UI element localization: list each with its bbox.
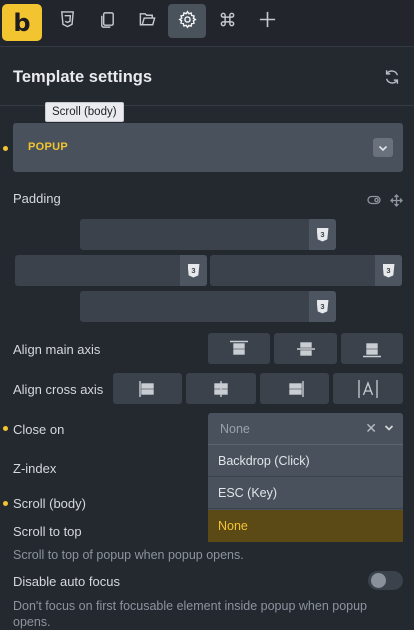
- close-on-select[interactable]: None ✕: [208, 413, 403, 444]
- align-cross-label: Align cross axis: [13, 382, 104, 397]
- align-cross-center[interactable]: [186, 373, 256, 404]
- changed-indicator: [3, 501, 8, 506]
- padding-top-input[interactable]: 3: [80, 219, 336, 250]
- option-esc-key[interactable]: ESC (Key): [208, 477, 403, 509]
- close-on-placeholder: None: [220, 422, 250, 436]
- auto-focus-toggle[interactable]: [368, 571, 403, 590]
- zindex-label: Z-index: [13, 461, 57, 476]
- changed-indicator: [3, 146, 8, 151]
- option-none[interactable]: None: [208, 510, 403, 542]
- css3-icon: 3: [187, 263, 200, 278]
- popup-type-value: POPUP: [28, 141, 69, 153]
- css-var-button[interactable]: 3: [375, 255, 402, 286]
- align-cross-start[interactable]: [113, 373, 182, 404]
- top-toolbar: b: [0, 0, 414, 47]
- align-bottom-icon: [363, 342, 381, 357]
- refresh-icon[interactable]: [383, 68, 401, 86]
- option-backdrop-click[interactable]: Backdrop (Click): [208, 445, 403, 477]
- padding-right-input[interactable]: 3: [210, 255, 402, 286]
- align-main-label: Align main axis: [13, 342, 101, 357]
- css-var-button[interactable]: 3: [180, 255, 207, 286]
- align-main-center[interactable]: [274, 333, 337, 364]
- close-on-label: Close on: [13, 422, 65, 437]
- css-var-button[interactable]: 3: [309, 219, 336, 250]
- align-cross-end[interactable]: [260, 373, 329, 404]
- auto-focus-description: Don't focus on first focusable element i…: [13, 599, 368, 629]
- command-icon: [218, 10, 237, 32]
- css3-icon: 3: [316, 227, 329, 242]
- page-title: Template settings: [13, 68, 153, 86]
- command-button[interactable]: [208, 4, 246, 38]
- folder-icon: [138, 10, 157, 32]
- scroll-body-label: Scroll (body): [13, 496, 86, 511]
- padding-controls: [367, 193, 403, 207]
- chevron-down-icon[interactable]: [383, 422, 395, 437]
- padding-bottom-input[interactable]: 3: [80, 291, 336, 322]
- logo-button[interactable]: b: [2, 4, 42, 41]
- pages-icon: [98, 10, 117, 32]
- add-button[interactable]: [248, 4, 286, 38]
- logo-letter: b: [13, 8, 31, 37]
- clear-icon[interactable]: ✕: [365, 420, 377, 437]
- pages-button[interactable]: [88, 4, 126, 38]
- move-icon[interactable]: [389, 193, 403, 207]
- close-on-dropdown: Backdrop (Click) ESC (Key) None: [208, 444, 403, 542]
- css3-button[interactable]: [48, 4, 86, 38]
- align-right-icon: [288, 380, 304, 397]
- align-center-icon: [296, 341, 315, 356]
- popup-type-select[interactable]: POPUP: [13, 123, 403, 172]
- align-cross-baseline[interactable]: [333, 373, 403, 404]
- tooltip: Scroll (body): [45, 102, 124, 122]
- css-var-button[interactable]: 3: [309, 291, 336, 322]
- chevron-down-icon[interactable]: [373, 138, 393, 157]
- align-top-icon: [230, 340, 248, 355]
- toggle-knob: [371, 573, 386, 588]
- align-main-start[interactable]: [208, 333, 270, 364]
- align-main-end[interactable]: [341, 333, 403, 364]
- settings-button[interactable]: [168, 4, 206, 38]
- align-left-icon: [138, 380, 154, 397]
- scroll-top-description: Scroll to top of popup when popup opens.: [13, 548, 244, 562]
- plus-icon: [258, 10, 277, 32]
- changed-indicator: [3, 426, 8, 431]
- padding-left-input[interactable]: 3: [15, 255, 207, 286]
- folder-button[interactable]: [128, 4, 166, 38]
- auto-focus-label: Disable auto focus: [13, 574, 120, 589]
- scroll-top-label: Scroll to top: [13, 524, 82, 539]
- padding-label: Padding: [13, 191, 61, 206]
- css3-icon: 3: [382, 263, 395, 278]
- text-baseline-icon: [358, 379, 378, 398]
- link-icon[interactable]: [367, 194, 381, 206]
- css3-icon: [58, 10, 77, 32]
- gear-icon: [177, 10, 197, 32]
- panel-header: Template settings: [0, 47, 414, 106]
- align-middle-icon: [214, 380, 228, 397]
- css3-icon: 3: [316, 299, 329, 314]
